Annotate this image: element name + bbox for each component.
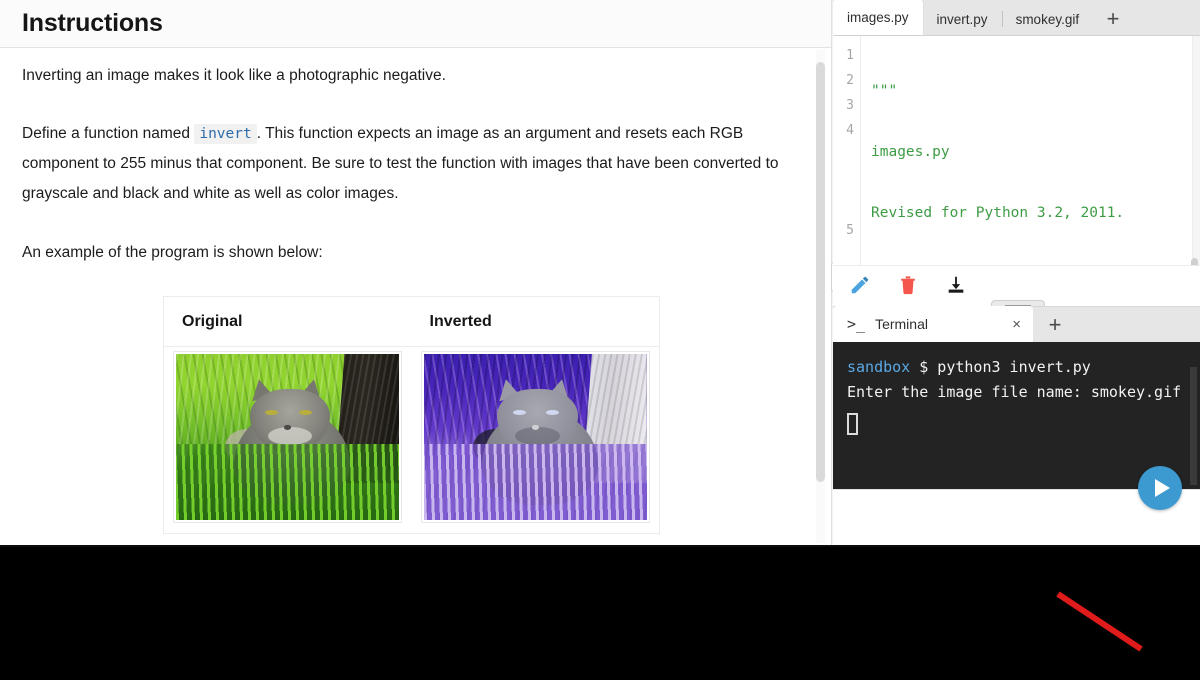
terminal-output[interactable]: sandbox $ python3 invert.py Enter the im… <box>833 342 1200 489</box>
instructions-scrollbar-thumb[interactable] <box>816 62 825 482</box>
terminal-prompt-icon: >_ <box>847 315 866 333</box>
new-file-tab-button[interactable]: + <box>1093 3 1133 35</box>
grass-foreground <box>176 443 400 520</box>
close-icon[interactable]: × <box>1012 317 1021 332</box>
editor-tab-invert-py[interactable]: invert.py <box>923 3 1002 35</box>
play-icon <box>1154 479 1170 497</box>
edit-pencil-icon[interactable] <box>849 274 871 296</box>
inverted-image-frame <box>420 351 650 523</box>
column-header-original: Original <box>182 313 243 330</box>
comparison-header-row: Original Inverted <box>164 297 659 347</box>
intro-paragraph: Inverting an image makes it look like a … <box>22 67 446 84</box>
example-paragraph: An example of the program is shown below… <box>22 244 323 261</box>
editor-action-toolbar <box>833 265 1200 303</box>
editor-tab-label: invert.py <box>936 11 988 27</box>
code-line: images.py <box>871 144 950 160</box>
instructions-body: Inverting an image makes it look like a … <box>0 49 831 545</box>
line-number: 4 <box>846 123 854 138</box>
comparison-image-row <box>164 347 659 533</box>
line-number-gutter: 1 2 3 4 5 <box>833 36 861 265</box>
plus-icon: + <box>1048 312 1062 337</box>
editor-tab-label: images.py <box>847 9 909 25</box>
application-area: Instructions Inverting an image makes it… <box>0 0 1200 545</box>
terminal-command: $ python3 invert.py <box>910 358 1091 376</box>
define-text-before: Define a function named <box>22 125 191 142</box>
instructions-pane: Instructions Inverting an image makes it… <box>0 0 831 545</box>
line-number: 2 <box>846 73 854 88</box>
terminal-hostname: sandbox <box>847 358 911 376</box>
terminal-tab-bar: >_ Terminal × + <box>833 306 1200 342</box>
editor-tab-images-py[interactable]: images.py <box>833 0 923 35</box>
screen-root: Instructions Inverting an image makes it… <box>0 0 1200 680</box>
column-header-inverted: Inverted <box>429 313 492 330</box>
terminal-tab-label: Terminal <box>875 316 928 332</box>
terminal-scrollbar[interactable] <box>1190 367 1197 485</box>
new-terminal-button[interactable]: + <box>1033 308 1077 342</box>
run-button[interactable] <box>1138 466 1182 510</box>
page-title: Instructions <box>22 9 163 37</box>
cell-inverted-image <box>412 349 660 525</box>
line-number: 3 <box>846 98 854 113</box>
inverted-cat-muzzle <box>515 427 560 446</box>
definition-paragraph: Define a function named invert. This fun… <box>22 119 794 209</box>
image-comparison-table: Original Inverted <box>163 296 660 534</box>
line-number: 1 <box>846 48 854 63</box>
code-text-area[interactable]: """ images.py Revised for Python 3.2, 20… <box>861 36 1200 265</box>
terminal-tab[interactable]: >_ Terminal × <box>833 306 1033 342</box>
code-editor[interactable]: 1 2 3 4 5 """ images.py Revised for Pyth… <box>833 36 1200 265</box>
editor-tab-bar: images.py invert.py smokey.gif + <box>833 0 1200 36</box>
line-number: 5 <box>846 223 854 238</box>
code-line: """ <box>871 83 898 99</box>
terminal-cursor <box>847 413 858 435</box>
original-cat-photo <box>176 354 400 520</box>
editor-tab-label: smokey.gif <box>1015 11 1080 27</box>
editor-tab-smokey-gif[interactable]: smokey.gif <box>1001 3 1094 35</box>
editor-scrollbar-track[interactable] <box>1192 36 1200 265</box>
terminal-command-line: sandbox $ python3 invert.py <box>847 355 1188 380</box>
terminal-output-line: Enter the image file name: smokey.gif <box>847 383 1182 401</box>
plus-icon: + <box>1106 6 1120 31</box>
delete-trash-icon[interactable] <box>897 274 919 296</box>
download-icon[interactable] <box>945 274 967 296</box>
inverted-grass-foreground <box>423 443 647 520</box>
code-line: Revised for Python 3.2, 2011. <box>871 205 1125 221</box>
cell-original-image <box>164 349 412 525</box>
invert-code-token: invert <box>194 124 257 144</box>
original-image-frame <box>173 351 403 523</box>
inverted-cat-photo <box>423 354 647 520</box>
instructions-header: Instructions <box>0 0 831 48</box>
red-arrow-annotation <box>1056 591 1143 652</box>
ide-pane: images.py invert.py smokey.gif + 1 2 3 4 <box>833 0 1200 545</box>
